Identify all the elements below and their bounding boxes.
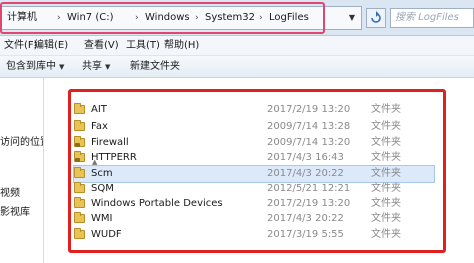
menu-edit[interactable]: 编辑(E): [34, 36, 68, 56]
file-name: Firewall: [91, 137, 129, 148]
include-in-library-label: 包含到库中: [6, 61, 56, 72]
file-row[interactable]: Firewall 2009/7/14 13:20 文件夹: [74, 135, 434, 151]
search-input[interactable]: 搜索 LogFiles: [390, 8, 474, 28]
chevron-down-icon: ▼: [59, 63, 65, 71]
folder-icon: [74, 212, 85, 223]
command-toolbar: 包含到库中 ▼ 共享 ▼ 新建文件夹: [0, 56, 474, 78]
file-type: 文件夹: [371, 213, 401, 224]
file-date: 2012/5/21 12:21: [267, 183, 351, 194]
refresh-button[interactable]: [366, 8, 386, 28]
file-type: 文件夹: [371, 168, 401, 179]
nav-item-video-library[interactable]: 影视库: [0, 206, 30, 220]
file-date: 2009/7/14 13:20: [267, 137, 351, 148]
file-row[interactable]: Fax 2009/7/14 13:28 文件夹: [74, 119, 434, 135]
breadcrumb-drive[interactable]: Win7 (C:): [67, 7, 113, 29]
file-type: 文件夹: [371, 104, 401, 115]
menu-bar: 文件(F) 编辑(E) 查看(V) 工具(T) 帮助(H): [0, 36, 474, 56]
breadcrumb-computer[interactable]: 计算机: [7, 7, 37, 29]
folder-icon: [74, 167, 85, 178]
file-row[interactable]: WMI 2017/4/3 20:22 文件夹: [74, 211, 434, 227]
file-date: 2009/7/14 13:28: [267, 121, 351, 132]
address-bar[interactable]: 计算机 › Win7 (C:) › Windows › System32 › L…: [0, 6, 362, 30]
file-name: Windows Portable Devices: [91, 198, 223, 209]
folder-icon: [74, 103, 85, 114]
menu-tools[interactable]: 工具(T): [126, 36, 160, 56]
breadcrumb-system32[interactable]: System32: [205, 7, 255, 29]
file-name: Fax: [91, 121, 108, 132]
file-name: Scm: [91, 168, 113, 179]
include-in-library-button[interactable]: 包含到库中 ▼: [6, 56, 64, 78]
file-type: 文件夹: [371, 198, 401, 209]
file-date: 2017/2/19 13:20: [267, 198, 351, 209]
folder-icon: [74, 197, 85, 208]
lock-icon: [75, 143, 80, 147]
nav-item-videos[interactable]: 视频: [0, 187, 20, 201]
file-type: 文件夹: [371, 152, 401, 163]
chevron-right-icon[interactable]: ›: [259, 7, 263, 29]
file-name: AIT: [91, 104, 107, 115]
chevron-right-icon[interactable]: ›: [195, 7, 199, 29]
folder-icon: [74, 182, 85, 193]
file-date: 2017/3/19 5:55: [267, 229, 344, 240]
folder-icon: [74, 120, 85, 131]
file-type: 文件夹: [371, 121, 401, 132]
file-name: WMI: [91, 213, 113, 224]
chevron-right-icon[interactable]: ›: [135, 7, 139, 29]
new-folder-button[interactable]: 新建文件夹: [130, 56, 180, 78]
breadcrumb-logfiles[interactable]: LogFiles: [269, 7, 309, 29]
file-name: HTTPERR: [91, 152, 137, 163]
breadcrumb-windows[interactable]: Windows: [145, 7, 190, 29]
share-button[interactable]: 共享 ▼: [82, 56, 110, 78]
file-type: 文件夹: [371, 137, 401, 148]
folder-icon: [74, 228, 85, 239]
address-dropdown-icon[interactable]: ▼: [343, 7, 361, 29]
file-type: 文件夹: [371, 229, 401, 240]
file-row[interactable]: Windows Portable Devices 2017/2/19 13:20 文…: [74, 196, 434, 212]
chevron-right-icon[interactable]: ›: [57, 7, 61, 29]
nav-item-recent-places[interactable]: 访问的位置: [0, 136, 43, 150]
file-row[interactable]: WUDF 2017/3/19 5:55 文件夹: [74, 227, 434, 243]
refresh-icon: [371, 11, 381, 23]
file-row[interactable]: AIT 2017/2/19 13:20 文件夹: [74, 102, 434, 118]
file-date: 2017/4/3 20:22: [267, 213, 344, 224]
share-label: 共享: [82, 61, 102, 72]
file-row[interactable]: Scm 2017/4/3 20:22 文件夹: [73, 165, 435, 183]
address-bar-row: 计算机 › Win7 (C:) › Windows › System32 › L…: [0, 0, 474, 36]
file-row[interactable]: SQM 2012/5/21 12:21 文件夹: [74, 181, 434, 197]
file-type: 文件夹: [371, 183, 401, 194]
file-date: 2017/2/19 13:20: [267, 104, 351, 115]
menu-file[interactable]: 文件(F): [4, 36, 38, 56]
chevron-down-icon: ▼: [105, 63, 111, 71]
menu-view[interactable]: 查看(V): [84, 36, 119, 56]
search-placeholder: 搜索 LogFiles: [395, 12, 459, 23]
navigation-pane: 访问的位置 视频 影视库: [0, 78, 44, 263]
file-name: WUDF: [91, 229, 122, 240]
file-row[interactable]: HTTPERR 2017/4/3 16:43 文件夹: [74, 150, 434, 166]
lock-icon: [75, 158, 80, 162]
file-date: 2017/4/3 20:22: [267, 168, 344, 179]
file-name: SQM: [91, 183, 114, 194]
menu-help[interactable]: 帮助(H): [164, 36, 199, 56]
file-date: 2017/4/3 16:43: [267, 152, 344, 163]
